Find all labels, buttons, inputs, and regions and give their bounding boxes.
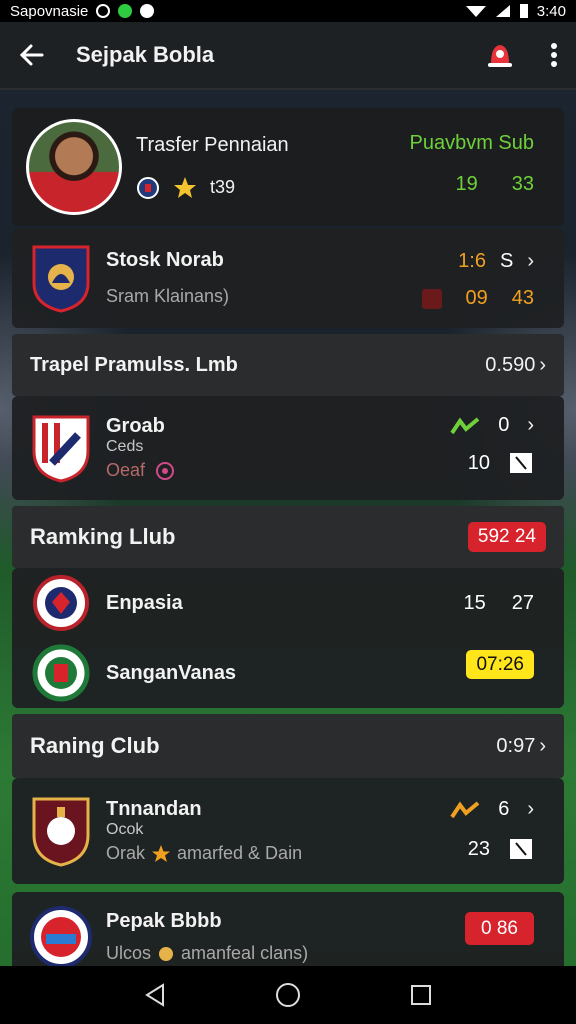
flag-icon (421, 288, 442, 309)
club-crest-icon (30, 902, 92, 972)
club-shield-icon (137, 176, 159, 199)
club-stat: 23 (467, 837, 490, 860)
club-detail: Ceds (106, 438, 144, 455)
club-stat: 15 (463, 592, 486, 614)
club-name: Groab (106, 415, 165, 437)
chevron-right-icon: › (527, 414, 534, 436)
club-subtitle: Ulcos (106, 943, 152, 963)
club-subtitle: amanfeal clans) (181, 943, 309, 963)
chevron-right-icon: › (539, 734, 546, 757)
player-label: Puavbvm Sub (409, 132, 534, 154)
trend-up-icon (450, 416, 480, 434)
club-crest-icon (30, 243, 92, 313)
chevron-right-icon: › (527, 250, 534, 272)
club-stat: 09 (465, 287, 488, 309)
club-subtitle: Sram Klainans) (106, 286, 230, 306)
player-card[interactable]: Trasfer Pennaian t39 Puavbvm Sub 19 33 (12, 108, 564, 226)
chevron-right-icon: › (527, 798, 534, 820)
target-icon (156, 461, 175, 480)
bell-alert-icon[interactable] (484, 40, 516, 70)
notification-icon (96, 4, 111, 18)
coin-icon (159, 946, 174, 961)
club-stat: 43 (511, 287, 534, 309)
club-detail: Oeaf (106, 460, 146, 480)
chevron-right-icon: › (539, 353, 546, 376)
club-row[interactable]: Enpasia 15 27 (12, 568, 564, 638)
carrier-label: Sapovnasie (10, 2, 89, 20)
home-circle-icon[interactable] (275, 982, 301, 1008)
club-row[interactable]: Stosk Norab Sram Klainans) 1:6 S › 09 43 (12, 228, 564, 328)
club-stat: 0 (498, 414, 510, 436)
club-stat: 1:6 (458, 250, 486, 272)
bookmark-icon (510, 839, 532, 859)
section-header[interactable]: Raning Club 0:97 › (12, 714, 564, 778)
arrow-left-icon[interactable] (18, 43, 44, 67)
club-stat: 27 (511, 592, 534, 614)
status-badge: 592 24 (467, 522, 546, 552)
recents-square-icon[interactable] (410, 984, 432, 1006)
section-value: 0.590 (485, 353, 536, 376)
app-icon (118, 4, 133, 18)
section-header[interactable]: Ramking Llub 592 24 (12, 506, 564, 568)
trend-up-icon (450, 800, 480, 818)
player-stat: 33 (511, 173, 534, 195)
status-badge: 07:26 (466, 650, 534, 679)
club-name: Stosk Norab (106, 249, 224, 271)
battery-icon (519, 4, 528, 18)
clock: 3:40 (536, 2, 566, 20)
section-value: 0:97 (496, 734, 536, 757)
star-icon (174, 176, 196, 198)
back-triangle-icon[interactable] (144, 983, 166, 1007)
star-icon (152, 844, 171, 862)
club-crest-icon (30, 638, 92, 708)
status-badge: 0 86 (465, 912, 534, 945)
section-title: Raning Club (30, 733, 160, 758)
club-crest-icon (30, 796, 92, 867)
club-detail: amarfed & Dain (177, 843, 303, 863)
club-row[interactable]: Groab Ceds Oeaf 0 › 10 (12, 396, 564, 500)
club-crest-icon (30, 568, 92, 638)
settings-icon (140, 4, 155, 18)
section-title: Ramking Llub (30, 524, 176, 549)
player-stat: 19 (455, 173, 478, 195)
app-bar: Sejpak Bobla (0, 22, 576, 90)
club-group: Enpasia 15 27 SanganVanas 07:26 (12, 568, 564, 708)
club-name: SanganVanas (106, 661, 237, 684)
club-row[interactable]: SanganVanas 07:26 (12, 638, 564, 708)
status-bar: Sapovnasie 3:40 (0, 0, 576, 22)
club-row[interactable]: Tnnandan Ocok Orak amarfed & Dain 6 › 23 (12, 778, 564, 884)
signal-icon (495, 5, 510, 17)
club-name: Pepak Bbbb (106, 910, 222, 932)
club-stat: 10 (467, 451, 490, 474)
content-list: Trasfer Pennaian t39 Puavbvm Sub 19 33 S… (12, 108, 564, 988)
bookmark-icon (510, 453, 532, 473)
page-title: Sejpak Bobla (76, 42, 215, 67)
wifi-icon (465, 6, 486, 17)
section-header[interactable]: Trapel Pramulss. Lmb 0.590 › (12, 334, 564, 396)
section-title: Trapel Pramulss. Lmb (30, 353, 238, 376)
club-stat: 6 (498, 798, 510, 820)
more-vertical-icon[interactable] (550, 42, 558, 68)
avatar (26, 119, 122, 215)
club-detail: Ocok (106, 821, 144, 838)
club-name: Enpasia (106, 591, 183, 614)
club-stat: S (499, 250, 514, 272)
club-crest-icon (30, 413, 92, 483)
player-rating: t39 (210, 177, 236, 197)
club-name: Tnnandan (106, 798, 202, 820)
club-detail: Orak (106, 843, 146, 863)
system-nav-bar (0, 966, 576, 1024)
